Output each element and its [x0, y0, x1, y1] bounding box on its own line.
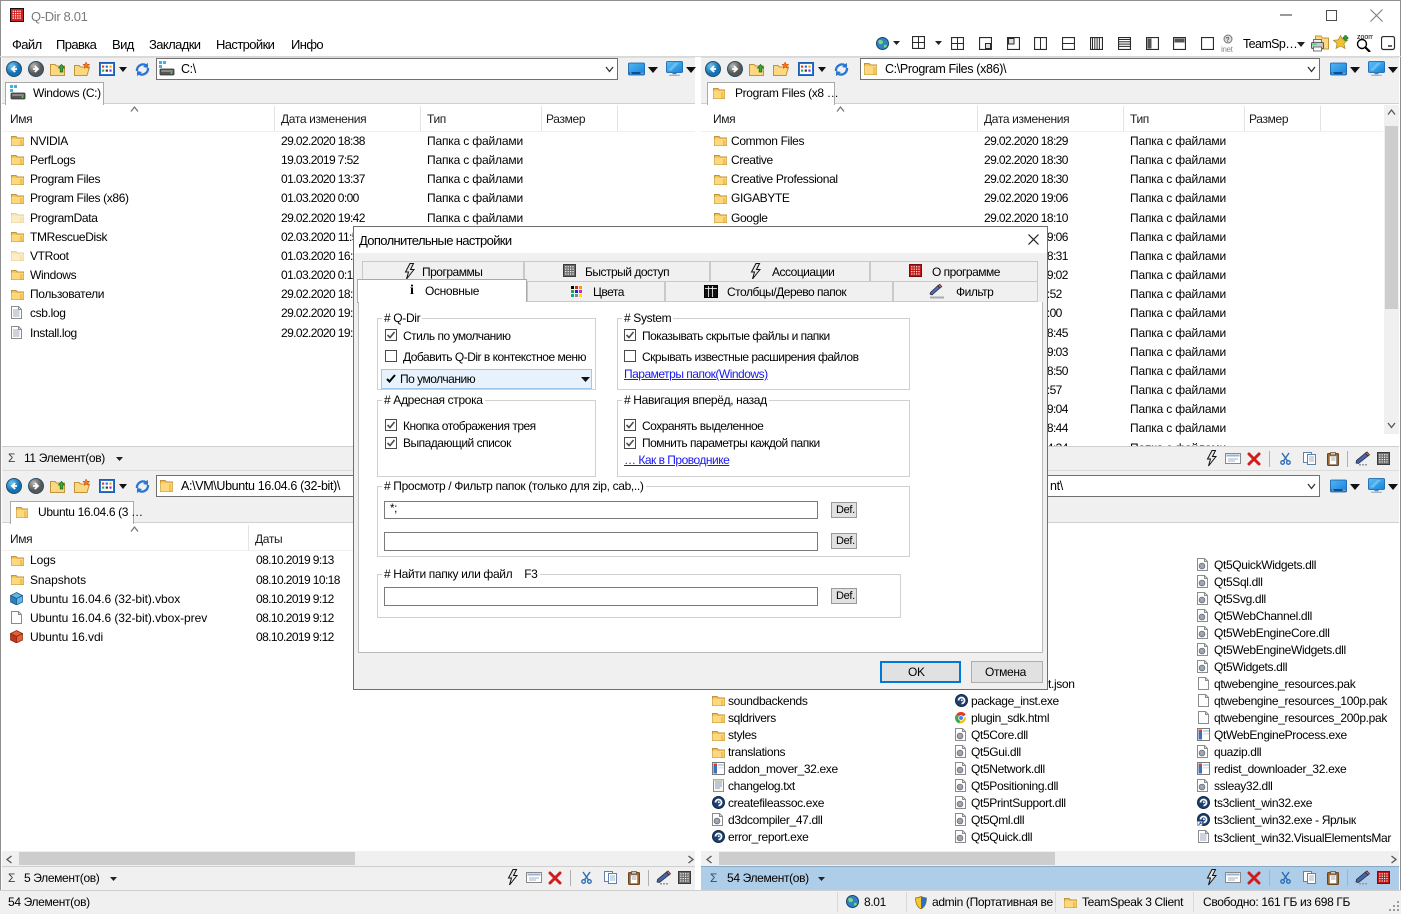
- svg-text:?: ?: [1226, 37, 1230, 44]
